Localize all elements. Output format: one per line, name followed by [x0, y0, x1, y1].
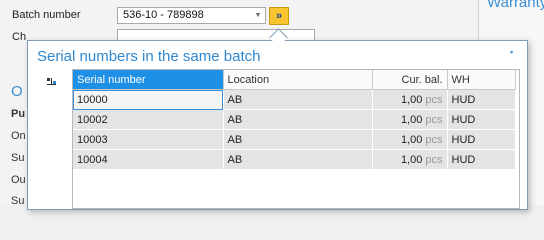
dropdown-arrow-icon[interactable]: ▼: [251, 8, 265, 23]
pin-icon[interactable]: ▪: [510, 48, 519, 57]
balance-value: 1,00: [400, 113, 423, 126]
batch-number-value: 536-10 - 789898: [123, 9, 204, 21]
balance-cell[interactable]: 1,00 pcs: [372, 149, 448, 170]
serial-numbers-grid: Serial number Location Cur. bal. WH 1000…: [72, 69, 520, 209]
balance-cell[interactable]: 1,00 pcs: [372, 129, 448, 150]
section-title-partial: O: [11, 83, 23, 100]
change-label: Ch: [12, 31, 27, 43]
unit-label: pcs: [425, 113, 443, 126]
location-cell[interactable]: AB: [223, 109, 373, 130]
location-cell[interactable]: AB: [223, 149, 373, 170]
left-label-4: Ou: [11, 174, 26, 186]
column-header-cur-bal[interactable]: Cur. bal.: [372, 70, 448, 90]
location-cell[interactable]: AB: [223, 89, 373, 110]
table-row[interactable]: 10004 AB 1,00 pcs HUD: [73, 149, 516, 170]
batch-number-combo[interactable]: 536-10 - 789898 ▼: [117, 7, 266, 24]
wh-cell[interactable]: HUD: [447, 109, 516, 130]
left-label-1: Pu: [11, 108, 26, 120]
column-header-serial-number[interactable]: Serial number: [73, 70, 224, 90]
location-cell[interactable]: AB: [223, 129, 373, 150]
unit-label: pcs: [425, 153, 443, 166]
table-row[interactable]: 10002 AB 1,00 pcs HUD: [73, 109, 516, 130]
warranty-section-title: Warranty: [487, 0, 544, 11]
unit-label: pcs: [425, 133, 443, 146]
unit-label: pcs: [425, 93, 443, 106]
serial-cell[interactable]: 10004: [73, 149, 224, 170]
serial-cell[interactable]: 10000: [73, 89, 224, 110]
left-label-2: On: [11, 130, 26, 142]
serial-numbers-popup: Serial numbers in the same batch ▪ Seria…: [27, 40, 528, 210]
wh-cell[interactable]: HUD: [447, 149, 516, 170]
column-header-location[interactable]: Location: [223, 70, 373, 90]
left-label-5: Su: [11, 195, 25, 207]
popup-title: Serial numbers in the same batch: [37, 48, 261, 65]
batch-number-label: Batch number: [12, 9, 81, 21]
double-chevron-right-icon: »: [275, 10, 283, 22]
wh-cell[interactable]: HUD: [447, 89, 516, 110]
balance-value: 1,00: [400, 93, 423, 106]
table-row[interactable]: 10000 AB 1,00 pcs HUD: [73, 89, 516, 110]
table-row[interactable]: 10003 AB 1,00 pcs HUD: [73, 129, 516, 150]
balance-value: 1,00: [400, 133, 423, 146]
serial-cell[interactable]: 10002: [73, 109, 224, 130]
wh-cell[interactable]: HUD: [447, 129, 516, 150]
balance-value: 1,00: [400, 153, 423, 166]
balance-cell[interactable]: 1,00 pcs: [372, 109, 448, 130]
serial-cell[interactable]: 10003: [73, 129, 224, 150]
balance-cell[interactable]: 1,00 pcs: [372, 89, 448, 110]
column-header-wh[interactable]: WH: [447, 70, 516, 90]
batch-lookup-button[interactable]: »: [269, 7, 289, 25]
left-label-3: Su: [11, 152, 25, 164]
grid-settings-icon[interactable]: [47, 78, 59, 88]
